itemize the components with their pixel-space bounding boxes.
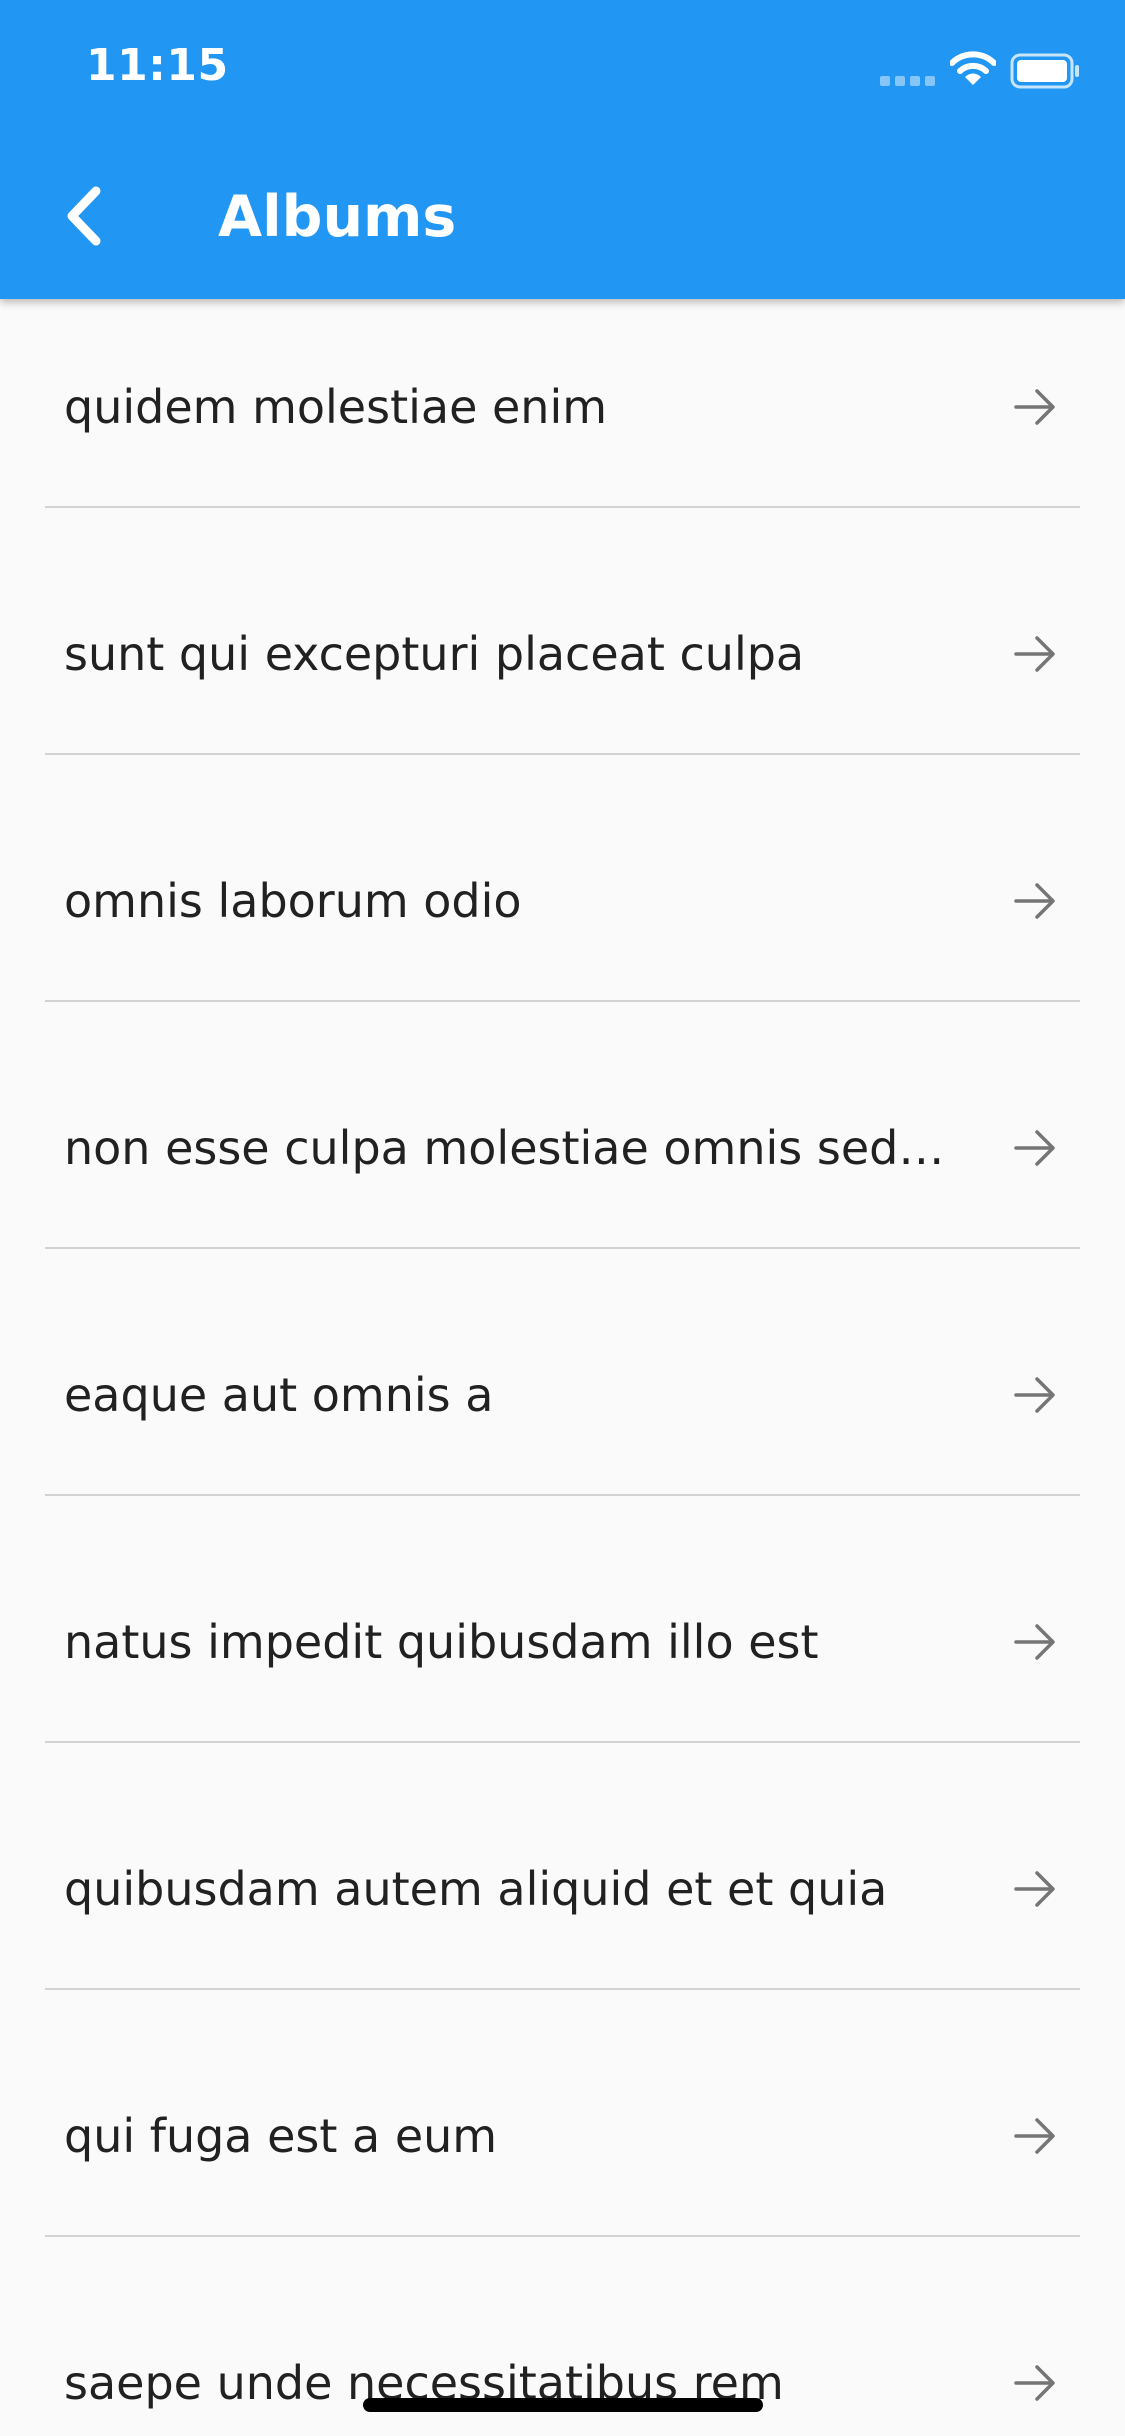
list-item[interactable]: eaque aut omnis a: [45, 1249, 1080, 1496]
album-title: omnis laborum odio: [64, 874, 522, 928]
home-indicator: [363, 2398, 763, 2412]
album-title: quidem molestiae enim: [64, 380, 608, 434]
arrow-right-icon: [1014, 2365, 1055, 2401]
list-item[interactable]: natus impedit quibusdam illo est: [45, 1496, 1080, 1743]
arrow-right-icon: [1014, 1130, 1055, 1166]
list-item[interactable]: quidem molestiae enim: [45, 299, 1080, 508]
album-title: natus impedit quibusdam illo est: [64, 1615, 819, 1669]
arrow-right-icon: [1014, 883, 1055, 919]
arrow-right-icon: [1014, 1624, 1055, 1660]
album-title: eaque aut omnis a: [64, 1368, 494, 1422]
chevron-left-icon: [67, 186, 101, 246]
list-item[interactable]: non esse culpa molestiae omnis sed ...: [45, 1002, 1080, 1249]
list-item[interactable]: omnis laborum odio: [45, 755, 1080, 1002]
list-item[interactable]: sunt qui excepturi placeat culpa: [45, 508, 1080, 755]
album-title: non esse culpa molestiae omnis sed ...: [64, 1121, 950, 1175]
albums-screen: 11:15 Albums quidem molestiae enim sunt q…: [0, 0, 1125, 2436]
app-bar: 11:15 Albums: [0, 0, 1125, 299]
list-item[interactable]: qui fuga est a eum: [45, 1990, 1080, 2237]
list-item[interactable]: quibusdam autem aliquid et et quia: [45, 1743, 1080, 1990]
page-title: Albums: [218, 184, 457, 250]
status-bar-time: 11:15: [86, 40, 229, 91]
battery-icon: [1010, 53, 1079, 89]
arrow-right-icon: [1014, 636, 1055, 672]
album-title: qui fuga est a eum: [64, 2109, 498, 2163]
arrow-right-icon: [1014, 1377, 1055, 1413]
arrow-right-icon: [1014, 2118, 1055, 2154]
wifi-icon: [950, 51, 996, 85]
back-button[interactable]: [44, 166, 124, 266]
album-list: quidem molestiae enim sunt qui excepturi …: [0, 299, 1125, 2436]
album-title: quibusdam autem aliquid et et quia: [64, 1862, 888, 1916]
arrow-right-icon: [1014, 389, 1055, 425]
album-title: sunt qui excepturi placeat culpa: [64, 627, 805, 681]
cellular-signal-icon: [880, 76, 936, 86]
arrow-right-icon: [1014, 1871, 1055, 1907]
